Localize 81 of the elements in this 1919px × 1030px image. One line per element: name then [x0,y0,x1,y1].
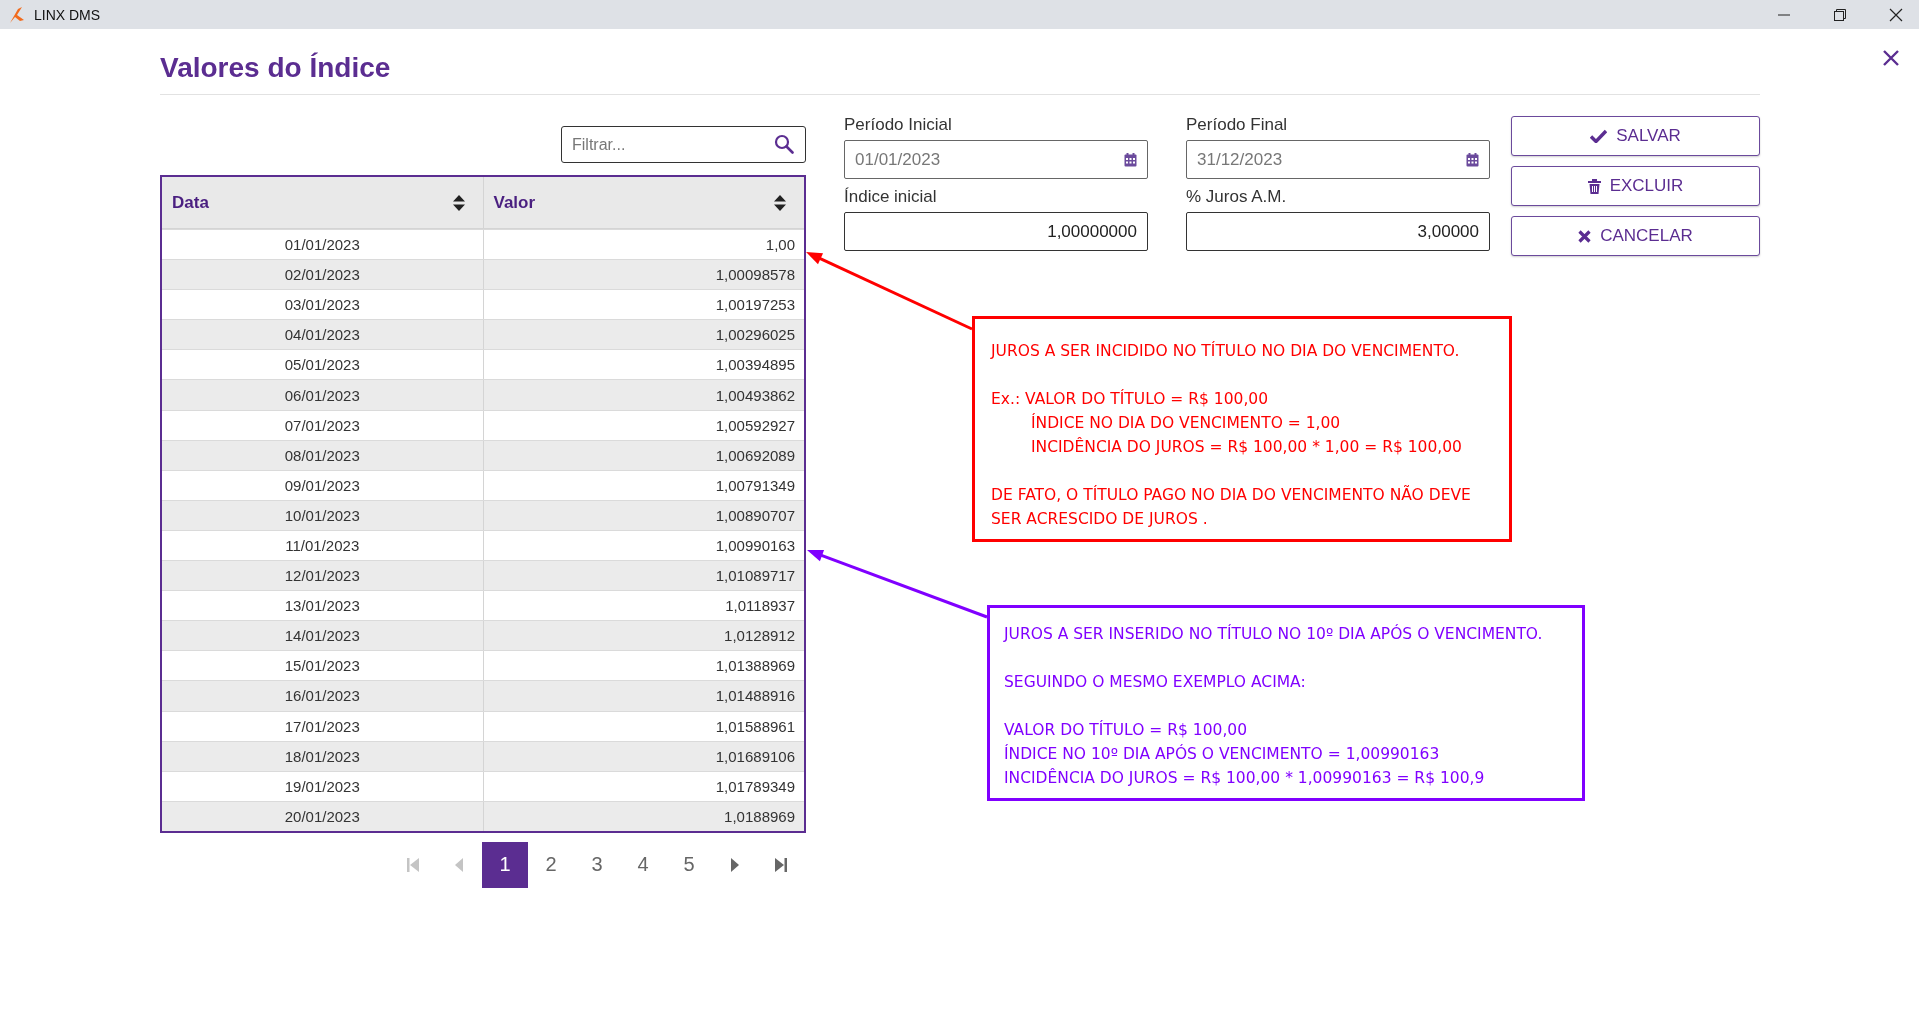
table-cell-text: 19/01/2023 [283,776,361,797]
cross-icon [1578,229,1592,243]
table-cell-text: 14/01/2023 [283,626,361,647]
cancel-button[interactable]: CANCELAR [1511,216,1760,256]
input-field[interactable]: 3,00000 [1186,212,1490,251]
window-title: LINX DMS [34,6,101,23]
triangle-right-icon [730,856,740,873]
table-cell-text: 11/01/2023 [284,536,361,556]
table-cell: 1,01488916 [482,681,804,711]
table-cell: 1,00098578 [482,260,804,290]
page-button[interactable]: 5 [666,841,712,888]
calendar-icon[interactable] [1466,152,1479,167]
table-cell-text: 07/01/2023 [283,415,361,436]
restore-icon[interactable] [1833,7,1847,22]
save-button[interactable]: SALVAR [1511,116,1760,156]
table-cell-text: 06/01/2023 [283,385,361,406]
table-cell-text: 02/01/2023 [283,265,361,286]
annotation-text: JUROS A SER INSERIDO NO TÍTULO NO 10º DIA APÓS O VENCIMENTO. [1004,623,1544,645]
table-cell-text: 03/01/2023 [283,295,361,316]
table-cell-text: 16/01/2023 [283,686,361,707]
table-cell: 1,0128912 [482,621,804,651]
table-cell: 1,00592927 [482,410,804,440]
annotation-text: VALOR DO TÍTULO = R$ 100,00 [1004,719,1249,741]
table-cell-text: 18/01/2023 [283,746,361,767]
table-cell: 1,01588961 [482,711,804,741]
table-cell-text: 12/01/2023 [283,566,361,587]
field-label: Índice inicial [844,187,938,207]
page-button[interactable]: 2 [528,841,574,888]
table-cell-text: 08/01/2023 [283,445,361,466]
close-icon[interactable] [1882,49,1900,67]
input-field[interactable]: 01/01/2023 [844,140,1148,179]
annotation-text: ÍNDICE NO 10º DIA APÓS O VENCIMENTO = 1,00990163 [1004,743,1441,765]
calendar-icon[interactable] [1124,152,1137,167]
skip-back-icon [406,856,420,873]
column-header[interactable]: Data [162,177,483,228]
dialog-title: Valores do Índice [160,51,392,85]
annotation-text: Ex.: VALOR DO TÍTULO = R$ 100,00 [991,388,1270,410]
sort-icon[interactable] [774,194,786,211]
table-cell-text: 15/01/2023 [283,656,361,677]
table-cell-text: 20/01/2023 [283,806,361,827]
input-field[interactable]: 31/12/2023 [1186,140,1490,179]
annotation-text: SEGUINDO O MESMO EXEMPLO ACIMA: [1004,672,1307,693]
table-cell-text: 01/01/2023 [283,235,361,256]
logo-icon [8,5,26,24]
close-icon[interactable] [1889,7,1903,22]
table-cell-text: 10/01/2023 [283,505,361,526]
annotation-text: INCIDÊNCIA DO JUROS = R$ 100,00 * 1,00 = R$ 100,00 [1030,436,1463,458]
field-label: Período Final [1186,115,1289,135]
table-cell-text: 05/01/2023 [283,355,361,376]
table-cell: 1,0188969 [482,801,804,831]
table-cell: 1,00296025 [482,320,804,350]
delete-button[interactable]: EXCLUIR [1511,166,1760,206]
table-cell: 1,01089717 [482,561,804,591]
table-cell: 1,00692089 [482,440,804,470]
field-label: % Juros A.M. [1186,187,1288,207]
triangle-left-icon [454,856,464,873]
search-icon[interactable] [774,134,794,154]
column-header[interactable]: Valor [482,177,804,228]
annotation-text: JUROS A SER INCIDIDO NO TÍTULO NO DIA DO VENCIMENTO. [991,340,1461,362]
table-cell-text: 09/01/2023 [283,475,361,496]
field-label: Período Inicial [844,115,953,135]
filter-field[interactable]: Filtrar... [561,126,806,163]
page-button[interactable]: 4 [620,841,666,888]
annotation-text: ÍNDICE NO DIA DO VENCIMENTO = 1,00 [1030,412,1342,434]
annotation-text: DE FATO, O TÍTULO PAGO NO DIA DO VENCIMENTO NÃO DEVE SER ACRESCIDO DE JUROS . [991,484,1472,530]
table-cell: 1,00791349 [482,470,804,500]
table-cell-text: 04/01/2023 [283,325,361,346]
page-button[interactable]: 1 [482,841,528,888]
annotation-text: INCIDÊNCIA DO JUROS = R$ 100,00 * 1,00990163 = R$ 100,9 [1004,767,1486,789]
input-field[interactable]: 1,00000000 [844,212,1148,251]
table-cell: 1,00890707 [482,500,804,530]
check-icon [1590,129,1608,143]
skip-forward-icon [774,856,788,873]
sort-icon[interactable] [452,194,465,211]
table-cell-text: 13/01/2023 [283,596,361,617]
table-cell: 1,01689106 [482,741,804,771]
trash-icon [1587,178,1601,194]
page-button[interactable]: 3 [574,841,620,888]
table-cell-text: 17/01/2023 [283,716,361,737]
table-cell: 1,00493862 [482,380,804,410]
table-cell: 1,01789349 [482,771,804,801]
